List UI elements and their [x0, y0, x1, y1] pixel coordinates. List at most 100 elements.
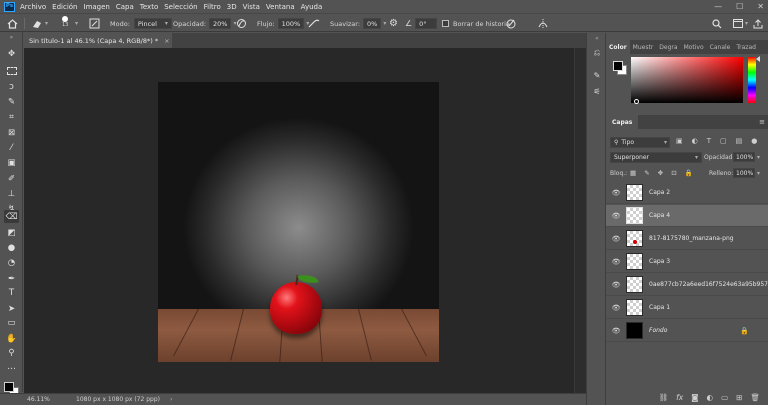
blur-tool-icon[interactable]: ● [4, 241, 19, 254]
menu-vista[interactable]: Vista [243, 3, 260, 11]
color-picker-cursor[interactable] [634, 99, 639, 104]
lasso-tool-icon[interactable]: ↄ [4, 80, 19, 93]
angle-input[interactable]: 0° [415, 18, 438, 29]
search-icon[interactable] [712, 17, 722, 30]
dodge-tool-icon[interactable]: ◔ [4, 256, 19, 269]
flow-input[interactable]: 100% [277, 18, 305, 29]
brush-picker-chevron-icon[interactable]: ▾ [73, 17, 78, 30]
visibility-eye-icon[interactable]: 👁 [612, 212, 621, 220]
add-mask-icon[interactable]: ◙ [691, 393, 698, 402]
minimize-button[interactable]: — [714, 2, 722, 11]
type-tool-icon[interactable]: T [4, 286, 19, 299]
foreground-color-swatch[interactable] [4, 382, 14, 392]
expand-panels-icon[interactable]: « [591, 35, 603, 42]
visibility-eye-icon[interactable]: 👁 [612, 304, 621, 312]
opacity-input[interactable]: 20% [209, 18, 232, 29]
blend-mode-select[interactable]: Superponer ▾ [610, 152, 702, 163]
zoom-level[interactable]: 46.11% [27, 396, 50, 403]
history-panel-icon[interactable]: ⎌ [591, 47, 603, 59]
hue-slider[interactable] [748, 57, 756, 103]
airbrush-icon[interactable] [308, 17, 320, 30]
frame-tool-icon[interactable]: ⊠ [4, 126, 19, 139]
menu-filtro[interactable]: Filtro [204, 3, 221, 11]
photoshop-logo-icon[interactable]: Ps [4, 1, 15, 12]
marquee-tool-icon[interactable] [4, 64, 19, 77]
brush-tool-icon[interactable]: ✐ [4, 172, 19, 185]
tab-patterns[interactable]: Motivo [681, 40, 707, 54]
hand-tool-icon[interactable]: ✋ [4, 332, 19, 345]
layer-row[interactable]: 👁 Capa 3 [606, 251, 768, 273]
menu-3d[interactable]: 3D [227, 3, 237, 11]
hue-slider-handle[interactable] [756, 56, 760, 62]
filter-toggle-icon[interactable]: ● [751, 137, 757, 145]
document-canvas[interactable] [158, 82, 439, 362]
new-layer-icon[interactable]: ⊞ [736, 393, 742, 402]
smoothing-options-gear-icon[interactable]: ⚙ [389, 17, 398, 30]
link-layers-icon[interactable]: ⛓ [659, 393, 669, 402]
layers-panel-menu-icon[interactable]: ≡ [759, 118, 765, 126]
symmetry-icon[interactable] [537, 17, 549, 30]
layer-row[interactable]: 👁 Capa 2 [606, 182, 768, 204]
filter-shape-icon[interactable]: ▢ [720, 137, 727, 145]
adjustments-panel-icon[interactable]: ⚟ [591, 85, 603, 97]
visibility-eye-icon[interactable]: 👁 [612, 235, 621, 243]
layer-opacity-input[interactable]: 100% [733, 152, 755, 162]
status-menu-arrow-icon[interactable]: › [170, 396, 172, 403]
visibility-eye-icon[interactable]: 👁 [612, 281, 621, 289]
visibility-eye-icon[interactable]: 👁 [612, 327, 621, 335]
layer-filter-select[interactable]: ⚲ Tipo ▾ [610, 137, 670, 148]
brushes-panel-icon[interactable]: ✎ [591, 69, 603, 81]
eraser-tool-icon[interactable]: ⌫ [4, 210, 19, 223]
color-panel-foreground-swatch[interactable] [613, 61, 623, 71]
fill-input[interactable]: 100% [733, 168, 755, 178]
menu-ventana[interactable]: Ventana [266, 3, 295, 11]
collapse-toolbar-icon[interactable]: » [4, 34, 19, 41]
color-spectrum-field[interactable] [631, 57, 743, 103]
document-tab[interactable]: Sin título-1 al 46.1% (Capa 4, RGB/8*) *… [24, 33, 172, 48]
tab-color[interactable]: Color [606, 40, 630, 54]
smoothing-input[interactable]: 0% [363, 18, 382, 29]
rectangle-tool-icon[interactable]: ▭ [4, 316, 19, 329]
zoom-tool-icon[interactable]: ⚲ [4, 346, 19, 359]
eraser-tool-preset-icon[interactable]: ▾ [31, 17, 48, 30]
healing-brush-tool-icon[interactable]: ▣ [4, 156, 19, 169]
visibility-eye-icon[interactable]: 👁 [612, 189, 621, 197]
lock-options-icons[interactable]: ▦ ✎ ✥ ⊡ 🔒 [630, 169, 696, 177]
pressure-size-icon[interactable] [505, 17, 517, 30]
path-selection-tool-icon[interactable]: ➤ [4, 302, 19, 315]
layer-row[interactable]: 👁 0ae877cb72a6eed16f7524e63a95b957 [606, 274, 768, 296]
delete-layer-icon[interactable]: 🗑 [750, 393, 760, 402]
workspace-icon[interactable]: ▾ [733, 17, 748, 30]
mode-select[interactable]: Pincel ▾ [133, 18, 172, 29]
quick-selection-tool-icon[interactable]: ✎ [4, 95, 19, 108]
close-tab-icon[interactable]: × [164, 37, 169, 45]
menu-capa[interactable]: Capa [116, 3, 134, 11]
lock-icon[interactable]: 🔒 [740, 327, 749, 335]
gradient-tool-icon[interactable]: ◩ [4, 226, 19, 239]
fill-chevron-icon[interactable]: ▾ [757, 170, 760, 177]
tab-gradients[interactable]: Degra [656, 40, 680, 54]
menu-texto[interactable]: Texto [140, 3, 158, 11]
pressure-opacity-icon[interactable] [236, 17, 247, 30]
visibility-eye-icon[interactable]: 👁 [612, 258, 621, 266]
opacity-chevron-icon[interactable]: ▾ [757, 154, 760, 161]
pen-tool-icon[interactable]: ✒ [4, 272, 19, 285]
tab-layers[interactable]: Capas [606, 115, 639, 129]
menu-ayuda[interactable]: Ayuda [301, 3, 323, 11]
layer-row[interactable]: 👁 817-8175780_manzana-png [606, 228, 768, 250]
edit-toolbar-icon[interactable]: ⋯ [4, 362, 19, 375]
layer-style-icon[interactable]: fx [676, 393, 683, 402]
filter-type-icon[interactable]: T [707, 137, 711, 145]
erase-history-checkbox[interactable] [442, 20, 449, 27]
maximize-button[interactable]: ☐ [736, 2, 743, 11]
share-icon[interactable] [753, 17, 763, 30]
menu-archivo[interactable]: Archivo [20, 3, 46, 11]
layer-row[interactable]: 👁 Fondo 🔒 [606, 320, 768, 342]
filter-smartobject-icon[interactable]: ▤ [736, 137, 743, 145]
adjustment-layer-icon[interactable]: ◐ [707, 393, 714, 402]
tab-channels[interactable]: Canale [707, 40, 734, 54]
brush-size-picker[interactable]: 13 [62, 16, 68, 29]
new-group-icon[interactable]: ▭ [721, 393, 728, 402]
layer-row-selected[interactable]: 👁 Capa 4 [606, 205, 768, 227]
close-button[interactable]: ✕ [757, 2, 764, 11]
